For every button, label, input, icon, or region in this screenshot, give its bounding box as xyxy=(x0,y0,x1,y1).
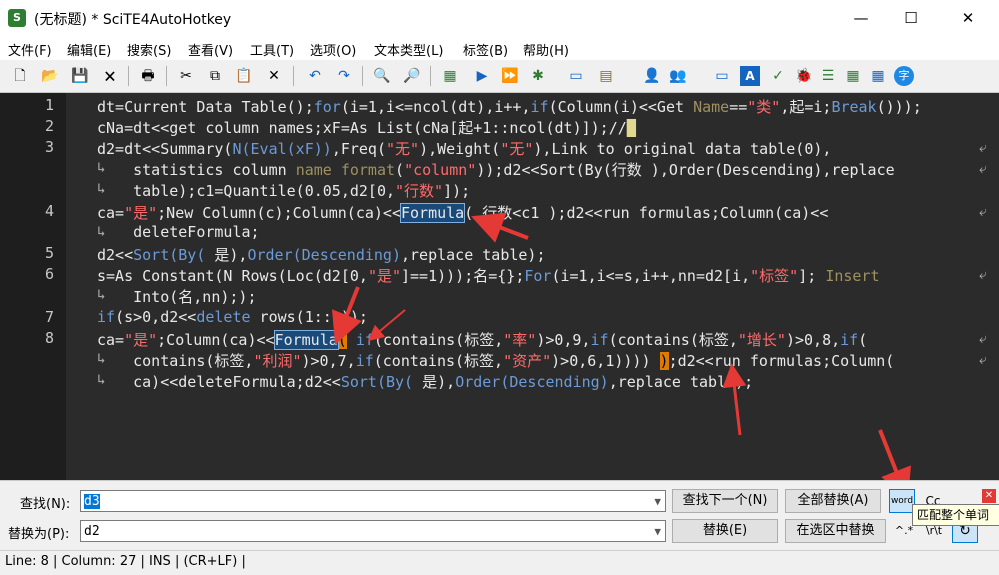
close-icon[interactable]: ✕ xyxy=(982,489,996,503)
find-label: 查找(N): xyxy=(20,497,71,512)
tooltip: 匹配整个单词 xyxy=(912,504,999,526)
chevron-down-icon[interactable]: ▼ xyxy=(654,521,661,543)
find-input-value: d3 xyxy=(84,494,100,509)
arrow-annotation xyxy=(878,429,912,501)
arrow-annotation xyxy=(722,363,747,436)
chevron-down-icon[interactable]: ▼ xyxy=(654,491,661,513)
replace-input-value: d2 xyxy=(84,524,100,539)
replace-in-selection-button[interactable]: 在选区中替换 xyxy=(785,519,886,543)
replace-input[interactable]: d2 ▼ xyxy=(80,520,666,542)
find-replace-panel: 查找(N): d3 ▼ 查找下一个(N) 全部替换(A) word Cc ✕ 替… xyxy=(0,480,999,551)
arrow-annotation xyxy=(367,309,406,342)
replace-button[interactable]: 替换(E) xyxy=(672,519,778,543)
replace-label: 替换为(P): xyxy=(8,527,70,542)
find-next-button[interactable]: 查找下一个(N) xyxy=(672,489,778,513)
arrow-annotation xyxy=(332,286,362,345)
arrow-annotation xyxy=(471,212,529,243)
status-bar: Line: 8 | Column: 27 | INS | (CR+LF) | xyxy=(0,550,999,575)
replace-all-button[interactable]: 全部替换(A) xyxy=(785,489,881,513)
status-text: Line: 8 | Column: 27 | INS | (CR+LF) | xyxy=(5,554,246,569)
find-input[interactable]: d3 ▼ xyxy=(80,490,666,512)
